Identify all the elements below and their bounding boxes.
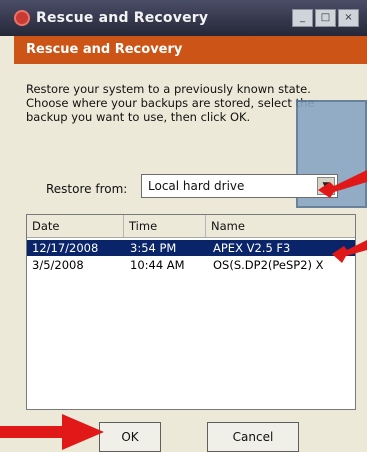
header-title: Rescue and Recovery xyxy=(26,42,183,57)
red-arrow-icon xyxy=(0,414,104,450)
restore-from-value: Local hard drive xyxy=(148,179,245,193)
row-time: 10:44 AM xyxy=(130,258,185,272)
window-controls: _ □ × xyxy=(292,9,359,27)
restore-from-label: Restore from: xyxy=(46,182,128,196)
row-time: 3:54 PM xyxy=(130,241,177,255)
row-date: 3/5/2008 xyxy=(32,258,84,272)
row-name: APEX V2.5 F3 xyxy=(213,241,291,255)
red-arrow-icon xyxy=(332,240,367,263)
cancel-button[interactable]: Cancel xyxy=(207,422,299,452)
table-header: Date Time Name xyxy=(27,215,355,238)
column-header-time[interactable]: Time xyxy=(124,215,206,237)
table-row[interactable]: 12/17/2008 3:54 PM APEX V2.5 F3 xyxy=(27,240,355,256)
minimize-button[interactable]: _ xyxy=(292,9,313,27)
window-title: Rescue and Recovery xyxy=(36,10,209,26)
backup-table: Date Time Name 12/17/2008 3:54 PM APEX V… xyxy=(26,214,356,410)
app-icon xyxy=(14,10,30,26)
row-name: OS(S.DP2(PeSP2) X xyxy=(213,258,324,272)
ok-button[interactable]: OK xyxy=(99,422,161,452)
title-bar[interactable]: Rescue and Recovery _ □ × xyxy=(0,0,367,36)
maximize-button[interactable]: □ xyxy=(315,9,336,27)
restore-from-select[interactable]: Local hard drive ▼ xyxy=(141,174,338,198)
column-header-date[interactable]: Date xyxy=(27,215,124,237)
dialog-header: Rescue and Recovery xyxy=(14,36,367,64)
table-row[interactable]: 3/5/2008 10:44 AM OS(S.DP2(PeSP2) X xyxy=(27,257,355,273)
rescue-recovery-window: Rescue and Recovery _ □ × Rescue and Rec… xyxy=(0,0,367,452)
close-button[interactable]: × xyxy=(338,9,359,27)
column-header-name[interactable]: Name xyxy=(206,215,355,237)
row-date: 12/17/2008 xyxy=(32,241,99,255)
red-arrow-icon xyxy=(318,170,367,198)
